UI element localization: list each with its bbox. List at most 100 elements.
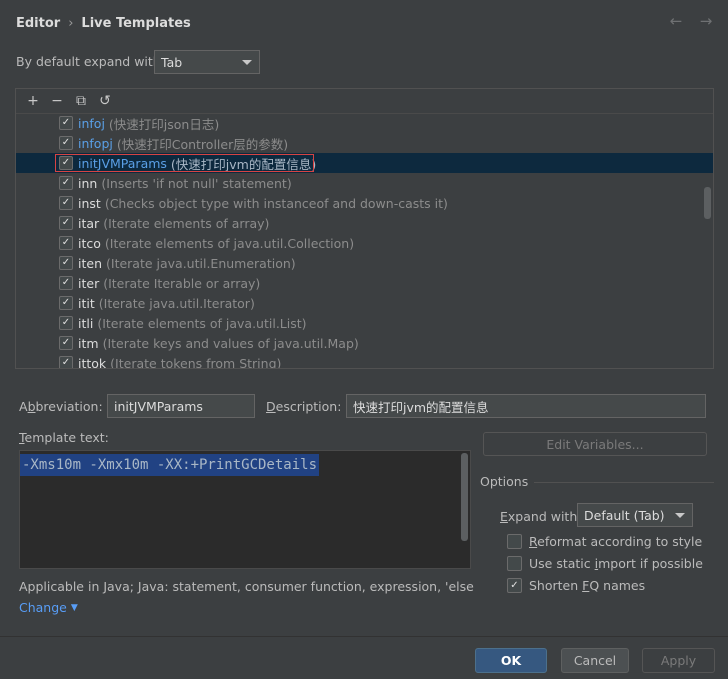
footer-divider [0,636,728,637]
template-abbreviation: itli [78,315,94,331]
template-description: (Iterate elements of array) [103,215,270,231]
page-title: Live Templates [81,15,191,31]
templates-list-panel: + − ⧉ ↺ ✓ infoj (快速打印json日志) ✓ infopj (快速打印Co… [15,88,714,369]
change-link-label: Change [19,600,67,615]
cancel-button[interactable]: Cancel [561,648,629,673]
editor-scrollbar[interactable] [461,453,468,541]
template-row[interactable]: ✓ ittok (Iterate tokens from String) [16,353,713,368]
template-checkbox[interactable]: ✓ [59,336,73,350]
template-abbreviation: itit [78,295,95,311]
ok-button[interactable]: OK [475,648,547,673]
template-row[interactable]: ✓ iter (Iterate Iterable or array) [16,273,713,293]
reformat-option[interactable]: Reformat according to style [507,534,702,549]
reformat-checkbox[interactable] [507,534,522,549]
template-row[interactable]: ✓ infopj (快速打印Controller层的参数) [16,133,713,153]
template-checkbox[interactable]: ✓ [59,176,73,190]
forward-arrow-icon[interactable]: → [698,12,714,30]
edit-variables-button[interactable]: Edit Variables... [483,432,707,456]
template-row[interactable]: ✓ iten (Iterate java.util.Enumeration) [16,253,713,273]
template-abbreviation: inst [78,195,101,211]
template-abbreviation: ittok [78,355,107,369]
template-row[interactable]: ✓ itit (Iterate java.util.Iterator) [16,293,713,313]
reset-icon[interactable]: ↺ [96,92,114,110]
breadcrumb: Editor › Live Templates [16,14,191,32]
abbreviation-field[interactable]: initJVMParams [107,394,255,418]
template-checkbox[interactable]: ✓ [59,276,73,290]
template-description: (Checks object type with instanceof and … [104,195,448,211]
apply-button[interactable]: Apply [642,648,715,673]
template-checkbox[interactable]: ✓ [59,256,73,270]
expand-default-label: By default expand with [16,54,161,69]
history-nav: ← → [668,12,714,30]
template-abbreviation: inn [78,175,98,191]
breadcrumb-separator: › [68,15,74,31]
static-import-checkbox[interactable] [507,556,522,571]
description-label: Description: [266,399,342,414]
template-row[interactable]: ✓ inn (Inserts 'if not null' statement) [16,173,713,193]
shorten-fq-label: Shorten FQ names [529,578,646,593]
list-scrollbar[interactable] [704,187,711,219]
template-abbreviation: iten [78,255,102,271]
applicable-contexts: Applicable in Java; Java: statement, con… [19,579,474,594]
template-row[interactable]: ✓ initJVMParams (快速打印jvm的配置信息) [16,153,713,173]
template-description: (Iterate Iterable or array) [103,275,261,291]
copy-icon[interactable]: ⧉ [72,92,90,110]
chevron-down-icon [675,513,685,518]
static-import-option[interactable]: Use static import if possible [507,556,703,571]
expand-with-value: Default (Tab) [584,507,665,523]
templates-tree[interactable]: ✓ infoj (快速打印json日志) ✓ infopj (快速打印Controller… [16,113,713,368]
template-text-editor[interactable]: -Xms10m -Xmx10m -XX:+PrintGCDetails [19,450,471,569]
template-checkbox[interactable]: ✓ [59,196,73,210]
back-arrow-icon[interactable]: ← [668,12,684,30]
template-abbreviation: infopj [78,135,113,151]
chevron-down-icon: ▼ [70,602,78,613]
template-row[interactable]: ✓ itar (Iterate elements of array) [16,213,713,233]
reformat-label: Reformat according to style [529,534,703,549]
template-description: (Iterate java.util.Enumeration) [106,255,296,271]
template-checkbox[interactable]: ✓ [59,356,73,368]
template-row[interactable]: ✓ itco (Iterate elements of java.util.Coll… [16,233,713,253]
expand-with-label: Expand with [500,509,578,524]
template-description: (Iterate java.util.Iterator) [98,295,255,311]
remove-icon[interactable]: − [48,92,66,110]
template-abbreviation: itar [78,215,100,231]
options-title: Options [480,474,529,489]
change-link[interactable]: Change ▼ [19,600,78,615]
expand-with-dropdown[interactable]: Default (Tab) [577,503,693,527]
chevron-down-icon [242,60,252,65]
template-abbreviation: iter [78,275,100,291]
template-description: (Iterate tokens from String) [110,355,282,369]
template-text-code: -Xms10m -Xmx10m -XX:+PrintGCDetails [20,454,320,476]
template-description: (Iterate keys and values of java.util.Ma… [102,335,359,351]
abbreviation-label: Abbreviation: [19,399,103,414]
template-abbreviation: infoj [78,115,105,131]
template-abbreviation: itco [78,235,101,251]
add-icon[interactable]: + [24,92,42,110]
template-row[interactable]: ✓ itli (Iterate elements of java.util.List… [16,313,713,333]
breadcrumb-parent[interactable]: Editor [16,16,60,31]
template-abbreviation: itm [78,335,99,351]
expand-default-dropdown[interactable]: Tab [154,50,260,74]
template-row[interactable]: ✓ itm (Iterate keys and values of java.uti… [16,333,713,353]
description-field[interactable]: 快速打印jvm的配置信息 [346,394,706,418]
template-checkbox[interactable]: ✓ [59,236,73,250]
template-text-label: Template text: [19,430,109,445]
highlight-box [55,154,314,172]
shorten-fq-checkbox[interactable]: ✓ [507,578,522,593]
template-row[interactable]: ✓ inst (Checks object type with instanceof… [16,193,713,213]
shorten-fq-option[interactable]: ✓ Shorten FQ names [507,578,645,593]
template-checkbox[interactable]: ✓ [59,136,73,150]
template-checkbox[interactable]: ✓ [59,116,73,130]
template-description: (Iterate elements of java.util.Collectio… [104,235,355,251]
template-row[interactable]: ✓ infoj (快速打印json日志) [16,113,713,133]
template-description: (快速打印json日志) [108,116,220,132]
static-import-label: Use static import if possible [529,556,703,571]
template-checkbox[interactable]: ✓ [59,296,73,310]
template-description: (Iterate elements of java.util.List) [97,315,307,331]
template-description: (Inserts 'if not null' statement) [101,175,292,191]
options-divider [534,482,714,483]
templates-toolbar: + − ⧉ ↺ [16,89,713,114]
expand-default-value: Tab [161,54,183,70]
template-checkbox[interactable]: ✓ [59,316,73,330]
template-checkbox[interactable]: ✓ [59,216,73,230]
